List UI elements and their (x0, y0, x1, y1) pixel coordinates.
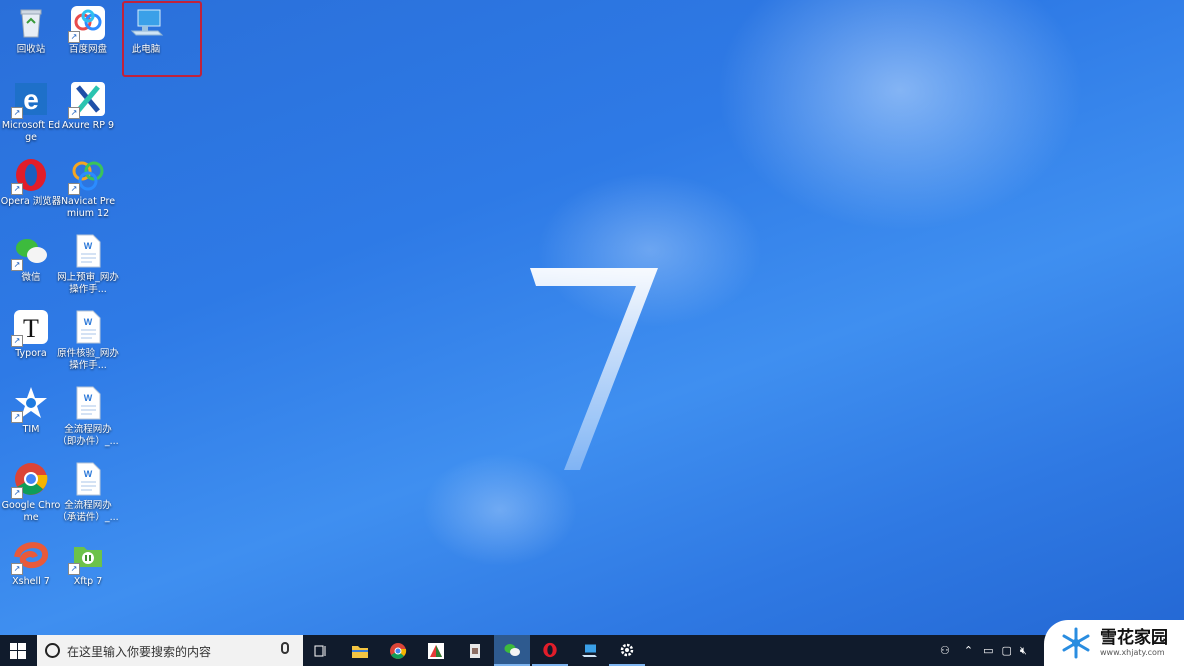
desktop-icon-chrome[interactable]: ↗ Google Chrome (0, 461, 62, 524)
opera-icon: ↗ (11, 157, 49, 195)
system-tray: ⚇ ⌃ ▭ ▢ 🔇︎ (940, 635, 1040, 666)
svg-text:e: e (23, 84, 39, 115)
taskbar-app-2[interactable] (457, 635, 493, 666)
chrome-icon (390, 642, 407, 659)
opera-icon (543, 642, 557, 657)
taskbar: 在这里输入你要搜索的内容 ⚇ ⌃ ▭ ▢ 🔇︎ (0, 635, 1184, 666)
desktop-icon-wechat[interactable]: ↗ 微信 (0, 233, 62, 284)
watermark-url: www.xhjaty.com (1100, 648, 1165, 657)
desktop-icon-doc-4[interactable]: W 全流程网办（承诺件）_... (57, 461, 119, 524)
chrome-icon: ↗ (11, 461, 49, 499)
word-doc-icon: W (70, 461, 106, 497)
folder-icon (352, 645, 368, 658)
word-doc-icon: W (70, 309, 106, 345)
taskbar-this-pc[interactable] (571, 635, 607, 666)
taskbar-settings[interactable] (609, 635, 645, 666)
taskbar-file-explorer[interactable] (342, 635, 378, 666)
selection-highlight-box (122, 1, 202, 77)
svg-text:W: W (84, 241, 93, 251)
network-icon[interactable]: ▢ (1002, 644, 1012, 657)
desktop-icon-doc-1[interactable]: W 网上预审_网办操作手... (57, 233, 119, 296)
start-button[interactable] (0, 635, 36, 666)
gear-icon (620, 643, 634, 656)
edge-icon: e ↗ (11, 81, 49, 119)
word-doc-icon: W (70, 233, 106, 269)
wechat-icon: ↗ (11, 233, 49, 271)
watermark-title: 雪花家园 (1100, 628, 1168, 648)
task-view-icon (314, 645, 326, 656)
navicat-icon: ↗ (68, 157, 106, 195)
desktop-icon-opera[interactable]: ↗ Opera 浏览器 (0, 157, 62, 208)
desktop-icon-navicat[interactable]: ↗ Navicat Premium 12 (57, 157, 119, 220)
this-pc-icon (582, 644, 597, 657)
svg-text:T: T (23, 314, 39, 343)
watermark-logo: 雪花家园 www.xhjaty.com (1044, 620, 1184, 666)
windows-icon (10, 642, 26, 659)
microphone-icon[interactable] (281, 642, 289, 654)
cortana-icon (45, 643, 60, 658)
baidu-netdisk-icon: ↗ (68, 5, 106, 43)
desktop-icon-typora[interactable]: T ↗ Typora (0, 309, 62, 360)
taskbar-app-1[interactable] (418, 635, 454, 666)
volume-mute-icon[interactable]: 🔇︎ (1020, 644, 1027, 658)
wechat-icon (504, 643, 520, 656)
snowflake-icon (1062, 627, 1090, 659)
desktop-icon-xshell[interactable]: ↗ Xshell 7 (0, 537, 62, 588)
recycle-bin-icon (13, 5, 49, 41)
taskbar-chrome[interactable] (380, 635, 416, 666)
taskbar-wechat[interactable] (494, 635, 530, 666)
svg-text:W: W (84, 469, 93, 479)
taskbar-search-box[interactable]: 在这里输入你要搜索的内容 (37, 635, 303, 666)
word-doc-icon: W (70, 385, 106, 421)
desktop-icon-doc-2[interactable]: W 原件核验_网办操作手... (57, 309, 119, 372)
desktop-icon-xftp[interactable]: ↗ Xftp 7 (57, 537, 119, 588)
desktop-icon-recycle-bin[interactable]: 回收站 (0, 5, 62, 56)
taskbar-opera[interactable] (532, 635, 568, 666)
desktop-icon-doc-3[interactable]: W 全流程网办（即办件）_... (57, 385, 119, 448)
app-icon (470, 643, 480, 658)
chevron-up-icon[interactable]: ⌃ (964, 644, 973, 657)
people-icon[interactable]: ⚇ (940, 644, 950, 657)
axure-icon: ↗ (68, 81, 106, 119)
desktop[interactable]: 回收站 e ↗ Microsoft Edge ↗ Opera 浏览器 ↗ 微信 … (0, 0, 1184, 635)
app-icon (428, 642, 444, 659)
typora-icon: T ↗ (11, 309, 49, 347)
desktop-icon-axure[interactable]: ↗ Axure RP 9 (57, 81, 119, 132)
task-view-button[interactable] (303, 635, 339, 666)
wallpaper-seven (530, 268, 658, 470)
desktop-icon-edge[interactable]: e ↗ Microsoft Edge (0, 81, 62, 144)
svg-text:W: W (84, 317, 93, 327)
desktop-icon-baidu-netdisk[interactable]: ↗ 百度网盘 (57, 5, 119, 56)
tim-icon: ↗ (11, 385, 49, 423)
search-placeholder: 在这里输入你要搜索的内容 (67, 645, 212, 659)
battery-icon[interactable]: ▭ (983, 644, 993, 657)
svg-text:W: W (84, 393, 93, 403)
xftp-icon: ↗ (68, 537, 106, 575)
desktop-icon-tim[interactable]: ↗ TIM (0, 385, 62, 436)
xshell-icon: ↗ (11, 537, 49, 575)
